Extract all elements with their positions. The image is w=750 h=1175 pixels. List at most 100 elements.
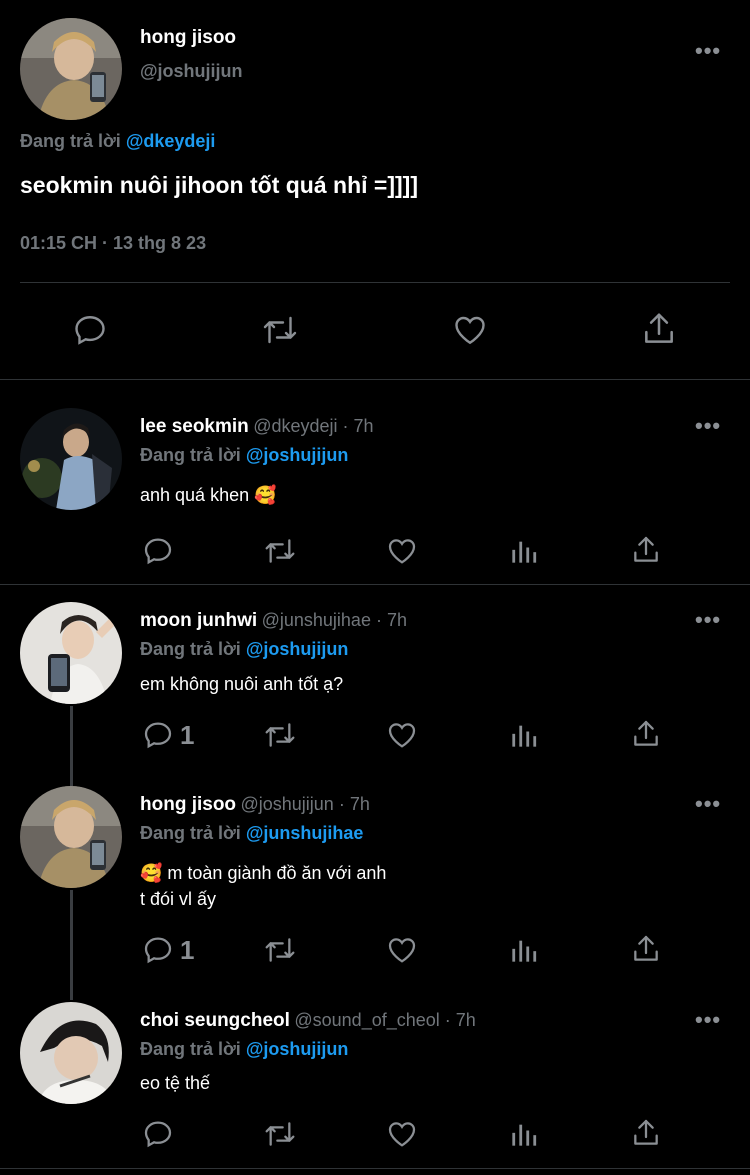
main-reply-context: Đang trả lời @dkeydeji bbox=[20, 131, 215, 152]
analytics-icon bbox=[512, 940, 537, 962]
retweet-icon bbox=[265, 539, 295, 563]
avatar-reply-3[interactable] bbox=[20, 786, 122, 888]
main-author-handle[interactable]: @joshujijun bbox=[140, 61, 243, 82]
like-icon bbox=[455, 316, 485, 345]
retweet-icon bbox=[263, 316, 297, 344]
more-icon[interactable]: ••• bbox=[695, 38, 721, 64]
reply-1-header: lee seokmin @dkeydeji · 7h bbox=[140, 416, 374, 438]
reply-text-line: anh quá khen 🥰 bbox=[140, 485, 277, 505]
more-icon[interactable]: ••• bbox=[695, 607, 721, 633]
reply-context: Đang trả lời @joshujijun bbox=[140, 1039, 348, 1060]
retweet-button[interactable] bbox=[262, 719, 298, 751]
reply-prefix: Đang trả lời bbox=[20, 131, 121, 151]
author-name[interactable]: lee seokmin bbox=[140, 416, 249, 437]
retweet-button[interactable] bbox=[262, 535, 298, 567]
reply-button[interactable]: 1 bbox=[142, 934, 194, 966]
retweet-button[interactable] bbox=[262, 934, 298, 966]
more-icon[interactable]: ••• bbox=[695, 413, 721, 439]
share-icon bbox=[634, 720, 658, 746]
main-tweet-timestamp[interactable]: 01:15 CH · 13 thg 8 23 bbox=[20, 233, 206, 254]
reply-context: Đang trả lời @junshujihae bbox=[140, 823, 363, 844]
share-button[interactable] bbox=[640, 310, 678, 348]
reply-context: Đang trả lời @joshujijun bbox=[140, 639, 348, 660]
retweet-button[interactable] bbox=[260, 312, 300, 348]
reply-text-line: 🥰 m toàn giành đồ ăn với anh bbox=[140, 863, 387, 883]
reply-prefix: Đang trả lời bbox=[140, 823, 241, 843]
share-button[interactable] bbox=[630, 1116, 662, 1150]
avatar-main[interactable] bbox=[20, 18, 122, 120]
retweet-icon bbox=[265, 1122, 295, 1146]
avatar-reply-4[interactable] bbox=[20, 1002, 122, 1104]
author-meta[interactable]: @sound_of_cheol · 7h bbox=[294, 1010, 475, 1030]
reply-2-header: moon junhwi @junshujihae · 7h bbox=[140, 610, 407, 632]
like-button[interactable] bbox=[386, 719, 418, 751]
like-icon bbox=[388, 938, 416, 963]
reply-to-link[interactable]: @dkeydeji bbox=[126, 131, 216, 151]
reply-to-link[interactable]: @joshujijun bbox=[246, 445, 349, 465]
analytics-button[interactable] bbox=[510, 1118, 538, 1150]
avatar-reply-2[interactable] bbox=[20, 602, 122, 704]
author-meta[interactable]: @dkeydeji · 7h bbox=[253, 416, 373, 436]
analytics-button[interactable] bbox=[510, 535, 538, 567]
divider bbox=[0, 1168, 750, 1169]
more-icon[interactable]: ••• bbox=[695, 791, 721, 817]
retweet-button[interactable] bbox=[262, 1118, 298, 1150]
reply-button[interactable] bbox=[142, 1118, 180, 1150]
retweet-icon bbox=[265, 938, 295, 962]
divider bbox=[0, 379, 750, 380]
analytics-icon bbox=[512, 725, 537, 747]
more-icon[interactable]: ••• bbox=[695, 1007, 721, 1033]
like-icon bbox=[388, 1122, 416, 1147]
reply-context: Đang trả lời @joshujijun bbox=[140, 445, 348, 466]
share-button[interactable] bbox=[630, 533, 662, 567]
reply-icon bbox=[75, 316, 105, 345]
analytics-icon bbox=[512, 541, 537, 563]
divider bbox=[20, 282, 730, 283]
reply-button[interactable] bbox=[72, 312, 108, 348]
reply-icon bbox=[144, 1121, 172, 1148]
retweet-icon bbox=[265, 723, 295, 747]
analytics-icon bbox=[512, 1124, 537, 1146]
reply-prefix: Đang trả lời bbox=[140, 1039, 241, 1059]
main-tweet-text: seokmin nuôi jihoon tốt quá nhỉ =]]]] bbox=[20, 172, 418, 198]
author-meta[interactable]: @junshujihae · 7h bbox=[262, 610, 407, 630]
reply-text-line: t đói vl ấy bbox=[140, 889, 217, 909]
reply-to-link[interactable]: @joshujijun bbox=[246, 1039, 349, 1059]
share-button[interactable] bbox=[630, 932, 662, 966]
author-meta[interactable]: @joshujijun · 7h bbox=[241, 794, 370, 814]
share-button[interactable] bbox=[630, 717, 662, 751]
thread-connector bbox=[70, 706, 73, 786]
reply-text-line: eo tệ thế bbox=[140, 1073, 211, 1093]
like-icon bbox=[388, 539, 416, 564]
reply-button[interactable]: 1 bbox=[142, 719, 194, 751]
share-icon bbox=[634, 1119, 658, 1145]
reply-prefix: Đang trả lời bbox=[140, 639, 241, 659]
like-button[interactable] bbox=[386, 934, 418, 966]
reply-to-link[interactable]: @joshujijun bbox=[246, 639, 349, 659]
thread-connector bbox=[70, 890, 73, 1000]
avatar-reply-1[interactable] bbox=[20, 408, 122, 510]
reply-icon bbox=[144, 722, 172, 749]
like-button[interactable] bbox=[451, 312, 489, 348]
reply-prefix: Đang trả lời bbox=[140, 445, 241, 465]
reply-count: 1 bbox=[180, 934, 195, 965]
reply-4-header: choi seungcheol @sound_of_cheol · 7h bbox=[140, 1010, 476, 1032]
reply-to-link[interactable]: @junshujihae bbox=[246, 823, 364, 843]
divider bbox=[0, 584, 750, 585]
reply-count: 1 bbox=[180, 719, 195, 750]
like-button[interactable] bbox=[386, 1118, 418, 1150]
analytics-button[interactable] bbox=[510, 934, 538, 966]
reply-3-header: hong jisoo @joshujijun · 7h bbox=[140, 794, 370, 816]
share-icon bbox=[634, 935, 658, 961]
analytics-button[interactable] bbox=[510, 719, 538, 751]
reply-button[interactable] bbox=[142, 535, 180, 567]
share-icon bbox=[634, 536, 658, 562]
share-icon bbox=[645, 313, 673, 343]
author-name[interactable]: choi seungcheol bbox=[140, 1010, 290, 1031]
like-button[interactable] bbox=[386, 535, 418, 567]
like-icon bbox=[388, 723, 416, 748]
author-name[interactable]: moon junhwi bbox=[140, 610, 257, 631]
main-author-name[interactable]: hong jisoo bbox=[140, 27, 236, 49]
author-name[interactable]: hong jisoo bbox=[140, 794, 236, 815]
reply-text-line: em không nuôi anh tốt ạ? bbox=[140, 674, 344, 694]
